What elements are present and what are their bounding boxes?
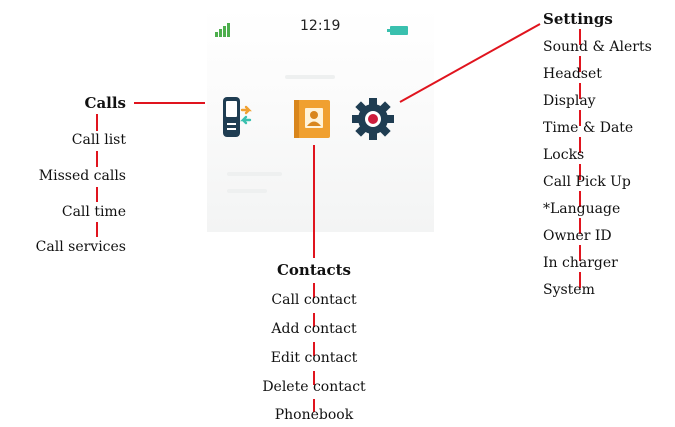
settings-item-locks: Locks <box>543 147 585 163</box>
contacts-item-phonebook: Phonebook <box>274 407 354 423</box>
settings-title: Settings <box>543 10 613 28</box>
calls-title: Calls <box>84 94 127 112</box>
contacts-item-add-contact: Add contact <box>271 321 357 337</box>
contacts-item-call-contact: Call contact <box>271 292 357 308</box>
calls-item-call-list: Call list <box>71 132 126 148</box>
settings-item-language: *Language <box>543 201 621 217</box>
calls-item-missed-calls: Missed calls <box>38 168 126 184</box>
settings-item-display: Display <box>543 93 596 109</box>
contacts-title: Contacts <box>276 261 351 279</box>
settings-item-system: System <box>543 282 595 298</box>
settings-item-headset: Headset <box>543 66 602 82</box>
calls-item-call-time: Call time <box>61 204 126 220</box>
settings-item-sound-alerts: Sound & Alerts <box>543 39 652 55</box>
settings-item-call-pick-up: Call Pick Up <box>543 174 631 190</box>
settings-item-in-charger: In charger <box>543 255 618 271</box>
settings-item-time-date: Time & Date <box>543 120 634 136</box>
contacts-item-delete-contact: Delete contact <box>262 379 366 395</box>
settings-item-owner-id: Owner ID <box>543 228 612 244</box>
calls-item-call-services: Call services <box>35 239 126 255</box>
contacts-item-edit-contact: Edit contact <box>270 350 358 366</box>
